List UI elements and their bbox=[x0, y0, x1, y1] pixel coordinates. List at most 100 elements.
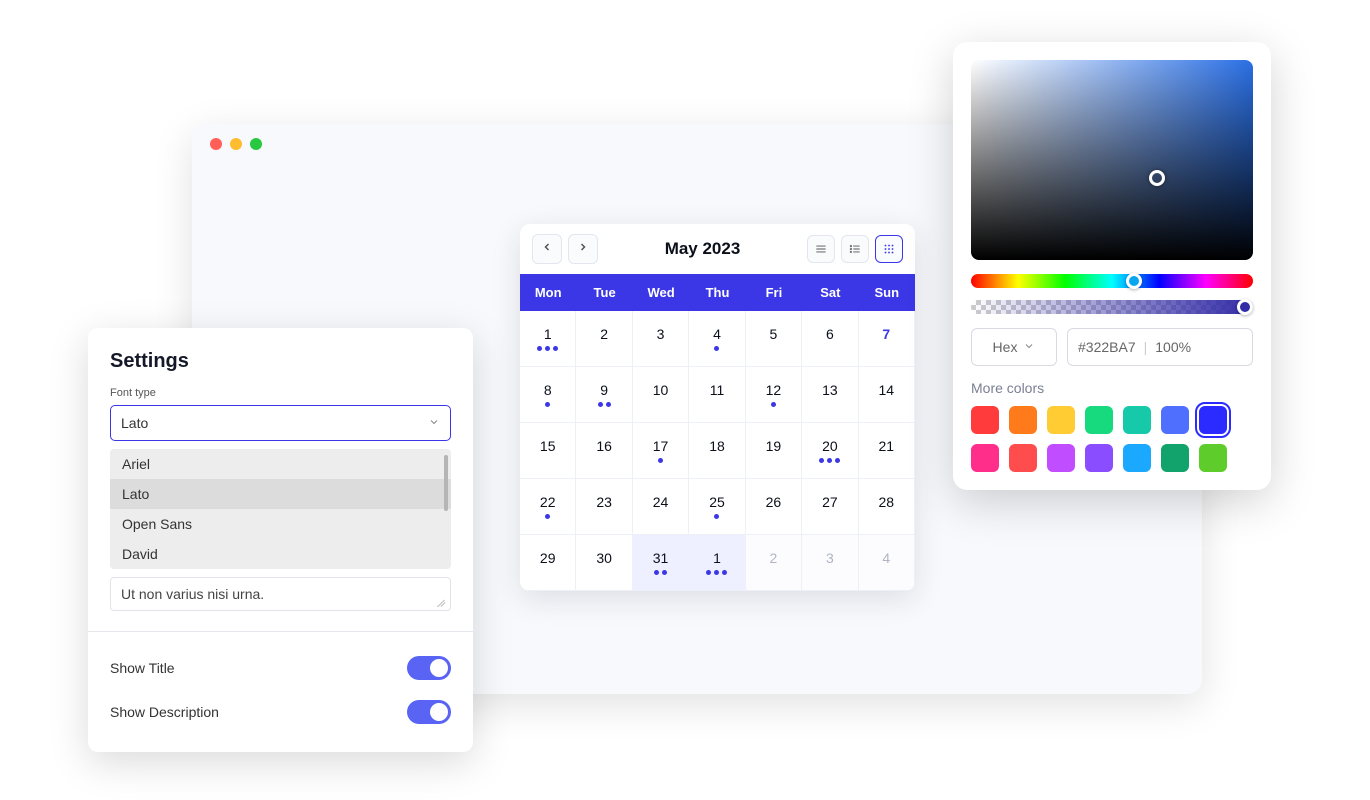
textarea-value: Ut non varius nisi urna. bbox=[121, 586, 264, 602]
font-type-value: Lato bbox=[121, 415, 148, 431]
color-hex-input[interactable]: #322BA7 | 100% bbox=[1067, 328, 1253, 366]
calendar-title: May 2023 bbox=[598, 239, 807, 259]
calendar-day[interactable]: 13 bbox=[802, 367, 858, 423]
resize-handle-icon[interactable] bbox=[436, 596, 446, 606]
calendar-grid: 1234567891011121314151617181920212223242… bbox=[520, 311, 915, 591]
calendar-day[interactable]: 16 bbox=[576, 423, 632, 479]
calendar-day[interactable]: 20 bbox=[802, 423, 858, 479]
calendar-day[interactable]: 11 bbox=[689, 367, 745, 423]
calendar-day[interactable]: 31 bbox=[633, 535, 689, 591]
calendar-day[interactable]: 25 bbox=[689, 479, 745, 535]
window-close-button[interactable] bbox=[210, 138, 222, 150]
calendar-day[interactable]: 3 bbox=[802, 535, 858, 591]
color-swatch[interactable] bbox=[1161, 444, 1189, 472]
color-swatch[interactable] bbox=[1009, 406, 1037, 434]
calendar-view-agenda-button[interactable] bbox=[841, 235, 869, 263]
color-swatch[interactable] bbox=[1085, 406, 1113, 434]
color-swatch[interactable] bbox=[1123, 406, 1151, 434]
color-swatch[interactable] bbox=[1085, 444, 1113, 472]
calendar-day[interactable]: 2 bbox=[746, 535, 802, 591]
calendar-day[interactable]: 22 bbox=[520, 479, 576, 535]
font-type-options: ArielLatoOpen SansDavid bbox=[110, 449, 451, 569]
color-swatch[interactable] bbox=[1123, 444, 1151, 472]
alpha-handle[interactable] bbox=[1237, 299, 1253, 315]
calendar-view-month-button[interactable] bbox=[875, 235, 903, 263]
calendar-day[interactable]: 14 bbox=[859, 367, 915, 423]
show-description-toggle[interactable] bbox=[407, 700, 451, 724]
color-swatch[interactable] bbox=[971, 406, 999, 434]
font-option[interactable]: Lato bbox=[110, 479, 451, 509]
calendar-day[interactable]: 9 bbox=[576, 367, 632, 423]
settings-panel: Settings Font type Lato ArielLatoOpen Sa… bbox=[88, 328, 473, 752]
gradient-handle[interactable] bbox=[1149, 170, 1165, 186]
calendar-weekday: Fri bbox=[746, 274, 802, 311]
separator: | bbox=[1144, 339, 1148, 355]
calendar-next-button[interactable] bbox=[568, 234, 598, 264]
window-minimize-button[interactable] bbox=[230, 138, 242, 150]
calendar-weekday: Sat bbox=[802, 274, 858, 311]
color-swatches bbox=[971, 406, 1253, 472]
settings-title: Settings bbox=[110, 350, 451, 373]
calendar-weekday: Sun bbox=[859, 274, 915, 311]
calendar-day[interactable]: 29 bbox=[520, 535, 576, 591]
description-textarea[interactable]: Ut non varius nisi urna. bbox=[110, 577, 451, 611]
calendar-day[interactable]: 1 bbox=[520, 311, 576, 367]
calendar-day[interactable]: 2 bbox=[576, 311, 632, 367]
calendar-day[interactable]: 10 bbox=[633, 367, 689, 423]
calendar-prev-button[interactable] bbox=[532, 234, 562, 264]
color-swatch[interactable] bbox=[1009, 444, 1037, 472]
color-swatch[interactable] bbox=[1199, 406, 1227, 434]
options-scrollbar[interactable] bbox=[444, 455, 448, 511]
font-type-select[interactable]: Lato bbox=[110, 405, 451, 441]
chevron-down-icon bbox=[1023, 339, 1035, 355]
calendar-day[interactable]: 5 bbox=[746, 311, 802, 367]
color-swatch[interactable] bbox=[1161, 406, 1189, 434]
color-gradient-area[interactable] bbox=[971, 60, 1253, 260]
hex-value: #322BA7 bbox=[1078, 339, 1136, 355]
font-option[interactable]: Open Sans bbox=[110, 509, 451, 539]
calendar-widget: May 2023 MonTueWedThuFriSatSun 123456789… bbox=[520, 224, 915, 591]
opacity-value: 100% bbox=[1155, 339, 1191, 355]
chevron-down-icon bbox=[428, 415, 440, 431]
calendar-nav bbox=[532, 234, 598, 264]
calendar-day[interactable]: 30 bbox=[576, 535, 632, 591]
calendar-weekday: Wed bbox=[633, 274, 689, 311]
calendar-day[interactable]: 7 bbox=[859, 311, 915, 367]
calendar-day[interactable]: 4 bbox=[689, 311, 745, 367]
calendar-day[interactable]: 27 bbox=[802, 479, 858, 535]
font-option[interactable]: David bbox=[110, 539, 451, 569]
show-title-label: Show Title bbox=[110, 660, 175, 676]
calendar-day[interactable]: 17 bbox=[633, 423, 689, 479]
calendar-day[interactable]: 8 bbox=[520, 367, 576, 423]
color-format-select[interactable]: Hex bbox=[971, 328, 1057, 366]
calendar-day[interactable]: 24 bbox=[633, 479, 689, 535]
calendar-day[interactable]: 15 bbox=[520, 423, 576, 479]
calendar-day[interactable]: 21 bbox=[859, 423, 915, 479]
window-maximize-button[interactable] bbox=[250, 138, 262, 150]
calendar-weekday: Mon bbox=[520, 274, 576, 311]
chevron-right-icon bbox=[577, 240, 589, 258]
calendar-day[interactable]: 28 bbox=[859, 479, 915, 535]
calendar-day[interactable]: 26 bbox=[746, 479, 802, 535]
color-swatch[interactable] bbox=[1047, 406, 1075, 434]
calendar-day[interactable]: 3 bbox=[633, 311, 689, 367]
show-description-label: Show Description bbox=[110, 704, 219, 720]
calendar-day[interactable]: 23 bbox=[576, 479, 632, 535]
calendar-day[interactable]: 1 bbox=[689, 535, 745, 591]
color-picker: Hex #322BA7 | 100% More colors bbox=[953, 42, 1271, 490]
font-option[interactable]: Ariel bbox=[110, 449, 451, 479]
color-swatch[interactable] bbox=[1047, 444, 1075, 472]
hue-slider[interactable] bbox=[971, 274, 1253, 288]
color-swatch[interactable] bbox=[971, 444, 999, 472]
color-format-value: Hex bbox=[993, 339, 1018, 355]
calendar-day[interactable]: 18 bbox=[689, 423, 745, 479]
hue-handle[interactable] bbox=[1126, 273, 1142, 289]
calendar-day[interactable]: 19 bbox=[746, 423, 802, 479]
color-swatch[interactable] bbox=[1199, 444, 1227, 472]
calendar-day[interactable]: 6 bbox=[802, 311, 858, 367]
calendar-day[interactable]: 4 bbox=[859, 535, 915, 591]
calendar-view-list-button[interactable] bbox=[807, 235, 835, 263]
alpha-slider[interactable] bbox=[971, 300, 1253, 314]
calendar-day[interactable]: 12 bbox=[746, 367, 802, 423]
show-title-toggle[interactable] bbox=[407, 656, 451, 680]
